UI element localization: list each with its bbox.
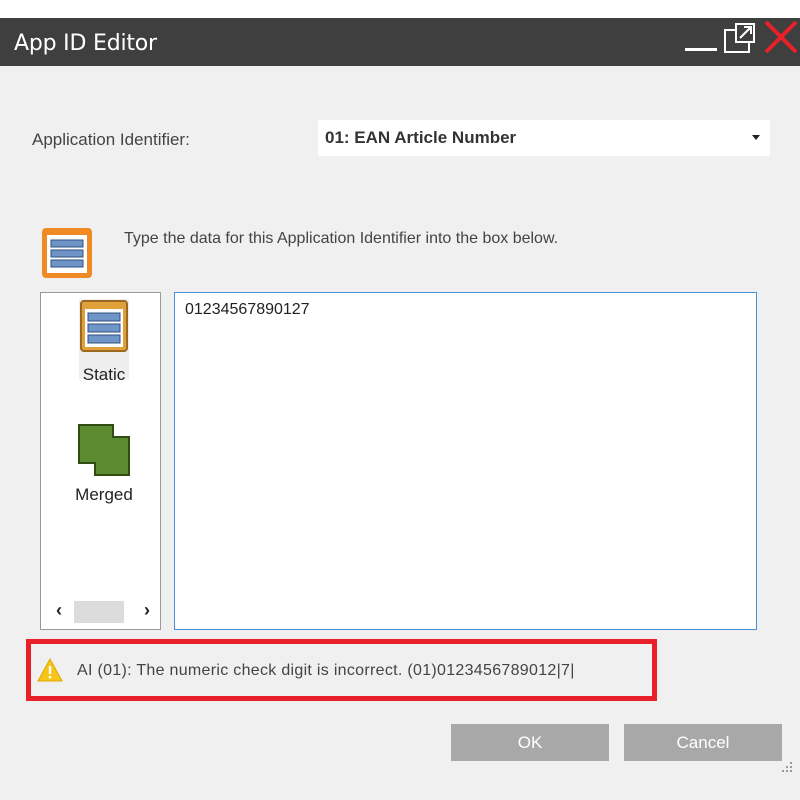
- scroll-right-button[interactable]: ›: [135, 598, 159, 622]
- ai-data-textarea[interactable]: 01234567890127: [174, 292, 757, 630]
- scroll-left-button[interactable]: ‹: [47, 598, 71, 622]
- warning-message: AI (01): The numeric check digit is inco…: [77, 662, 575, 679]
- static-data-icon: [80, 300, 128, 352]
- ok-button[interactable]: OK: [451, 724, 609, 761]
- resize-grip-icon[interactable]: [778, 758, 794, 774]
- application-identifier-label: Application Identifier:: [32, 130, 190, 149]
- horizontal-scrollbar-thumb[interactable]: [74, 601, 124, 623]
- cancel-button[interactable]: Cancel: [624, 724, 782, 761]
- title-bar: App ID Editor: [0, 18, 800, 66]
- merged-data-icon: [78, 424, 130, 476]
- close-button[interactable]: [762, 18, 800, 66]
- ai-data-value: 01234567890127: [185, 301, 310, 318]
- application-identifier-value: 01: EAN Article Number: [325, 128, 517, 147]
- data-type-list: Static Merged ‹ ›: [40, 292, 161, 630]
- warning-icon: [37, 658, 63, 682]
- application-identifier-select[interactable]: 01: EAN Article Number: [318, 120, 770, 156]
- restore-button[interactable]: [722, 18, 758, 66]
- data-type-static-label: Static: [82, 365, 126, 384]
- data-type-merged[interactable]: Merged: [71, 423, 137, 504]
- document-icon: [42, 228, 92, 278]
- data-type-merged-label: Merged: [75, 485, 133, 504]
- validation-warning: AI (01): The numeric check digit is inco…: [26, 639, 657, 701]
- chevron-down-icon: [752, 135, 760, 140]
- minimize-button[interactable]: [680, 18, 720, 66]
- instruction-text: Type the data for this Application Ident…: [124, 230, 559, 247]
- window-title: App ID Editor: [14, 31, 157, 56]
- restore-icon: [724, 23, 755, 53]
- data-type-static[interactable]: Static: [79, 299, 129, 384]
- close-icon: [764, 20, 798, 54]
